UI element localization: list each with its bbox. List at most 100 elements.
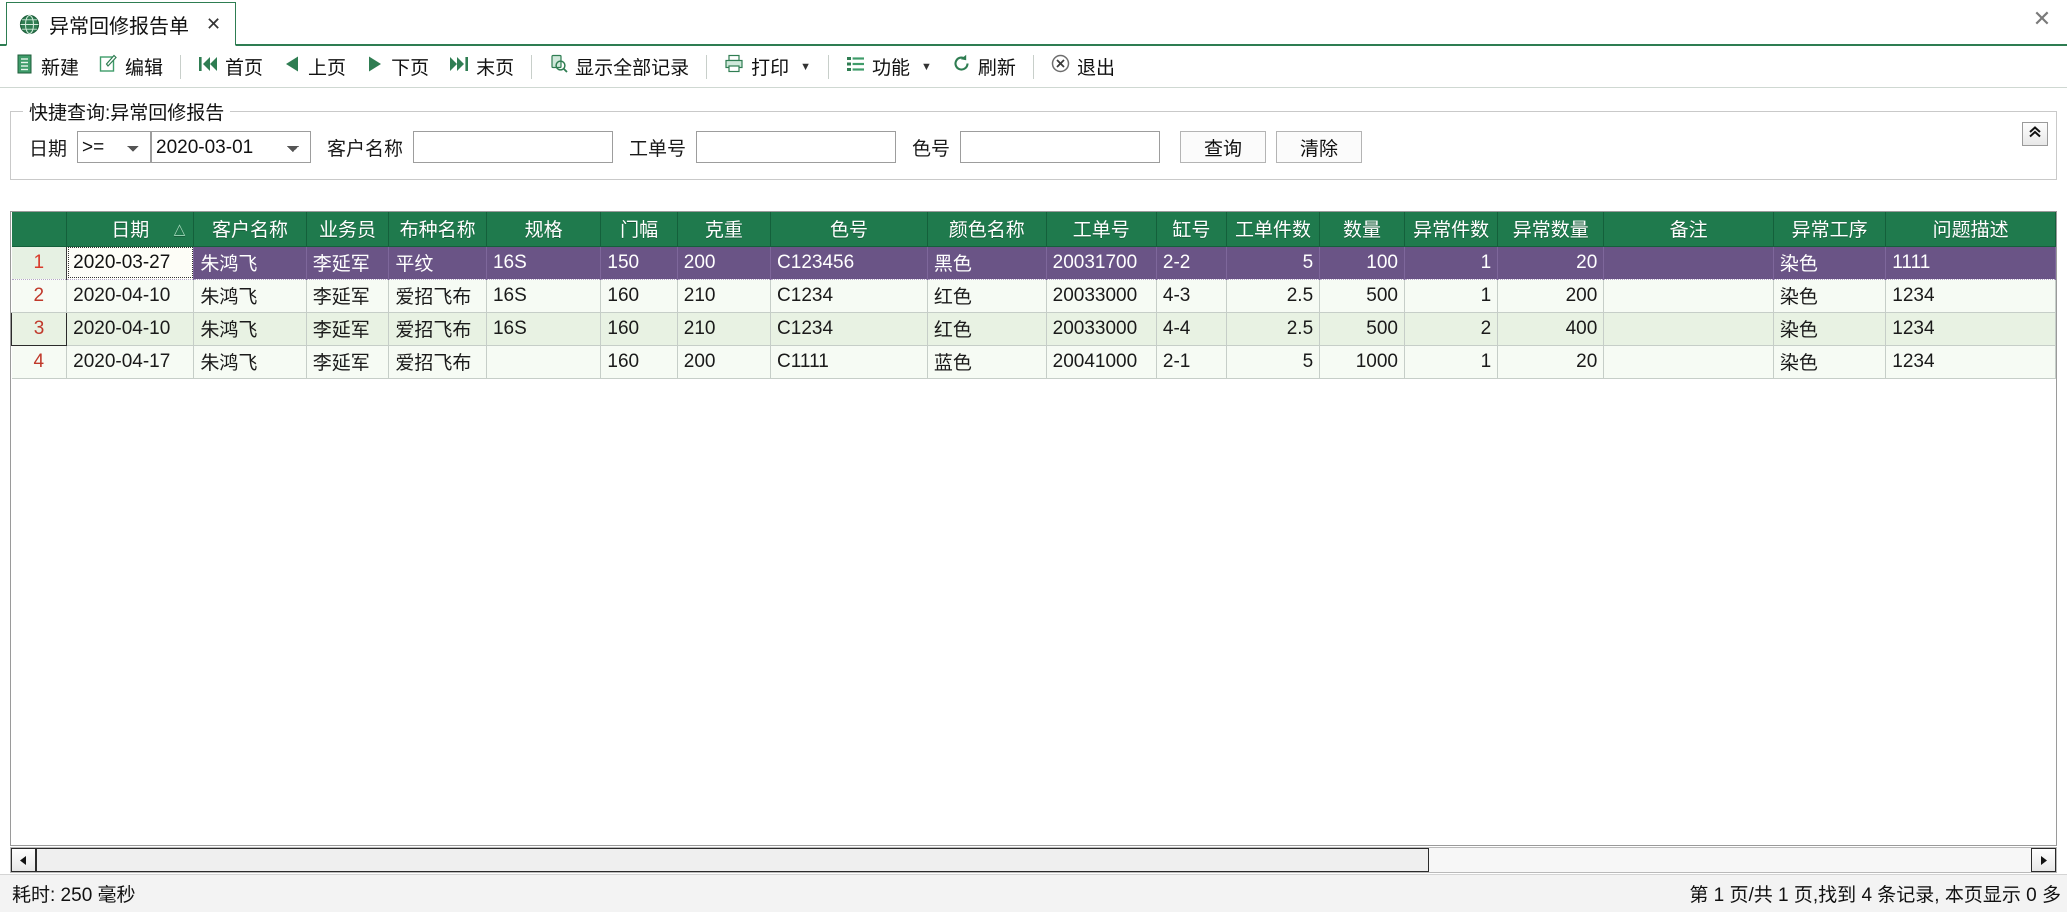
search-button[interactable]: 查询	[1180, 131, 1267, 163]
table-cell-数量[interactable]: 1000	[1319, 345, 1405, 379]
table-cell-布种名称[interactable]: 平纹	[388, 246, 487, 280]
column-header-门幅[interactable]: 门幅	[600, 212, 678, 247]
table-cell-日期[interactable]: 2020-04-10	[66, 279, 195, 313]
toolbar-button-last-page[interactable]: 末页	[439, 50, 524, 84]
toolbar-button-exit[interactable]: 退出	[1041, 50, 1125, 84]
collapse-panel-button[interactable]	[2022, 122, 2048, 146]
table-row[interactable]: 1 2020-03-27 朱鸿飞 李延军 平纹 16S 150 200 C123456 黑色 200…	[11, 246, 2056, 280]
table-cell-克重[interactable]: 200	[677, 345, 772, 379]
table-cell-异常工序[interactable]: 染色	[1773, 312, 1887, 346]
table-cell-克重[interactable]: 210	[677, 279, 772, 313]
table-cell-规格[interactable]: 16S	[486, 312, 602, 346]
column-header-业务员[interactable]: 业务员	[306, 212, 390, 247]
table-cell-克重[interactable]: 200	[677, 246, 772, 280]
column-header-工单号[interactable]: 工单号	[1046, 212, 1157, 247]
table-cell-工单号[interactable]: 20041000	[1046, 345, 1157, 379]
table-cell-工单号[interactable]: 20033000	[1046, 312, 1157, 346]
toolbar-button-refresh[interactable]: 刷新	[942, 50, 1026, 84]
table-cell-异常数量[interactable]: 400	[1497, 312, 1605, 346]
table-cell-布种名称[interactable]: 爱招飞布	[388, 345, 487, 379]
table-cell-备注[interactable]	[1603, 279, 1774, 313]
column-header-异常件数[interactable]: 异常件数	[1404, 212, 1499, 247]
tab-abnormal-repair-report[interactable]: 异常回修报告单 ✕	[6, 2, 237, 46]
table-cell-客户名称[interactable]: 朱鸿飞	[193, 246, 307, 280]
table-cell-业务员[interactable]: 李延军	[306, 345, 390, 379]
table-cell-客户名称[interactable]: 朱鸿飞	[193, 279, 307, 313]
table-cell-门幅[interactable]: 160	[600, 345, 678, 379]
table-row[interactable]: 2 2020-04-10 朱鸿飞 李延军 爱招飞布 16S 160 210 C1234 红色 200…	[11, 279, 2056, 313]
column-header-规格[interactable]: 规格	[486, 212, 602, 247]
chevron-down-icon[interactable]: ▼	[800, 61, 811, 73]
table-cell-数量[interactable]: 500	[1319, 312, 1405, 346]
table-cell-布种名称[interactable]: 爱招飞布	[388, 312, 487, 346]
table-cell-规格[interactable]: 16S	[486, 279, 602, 313]
table-cell-客户名称[interactable]: 朱鸿飞	[193, 345, 307, 379]
table-cell-问题描述[interactable]: 1234	[1885, 345, 2056, 379]
tab-close-icon[interactable]: ✕	[206, 15, 221, 33]
scrollbar-track[interactable]	[36, 848, 2031, 872]
table-cell-缸号[interactable]: 2-2	[1156, 246, 1227, 280]
table-cell-规格[interactable]	[486, 345, 602, 379]
table-cell-异常数量[interactable]: 20	[1497, 246, 1605, 280]
table-cell-业务员[interactable]: 李延军	[306, 246, 390, 280]
column-header-异常数量[interactable]: 异常数量	[1497, 212, 1605, 247]
table-cell-色号[interactable]: C1111	[770, 345, 928, 379]
column-header-工单件数[interactable]: 工单件数	[1226, 212, 1321, 247]
window-close-icon[interactable]: ✕	[2029, 6, 2055, 32]
table-cell-门幅[interactable]: 160	[600, 312, 678, 346]
table-cell-日期[interactable]: 2020-03-27	[66, 246, 195, 280]
toolbar-button-prev-page[interactable]: 上页	[273, 50, 356, 84]
table-cell-异常工序[interactable]: 染色	[1773, 279, 1887, 313]
table-cell-备注[interactable]	[1603, 312, 1774, 346]
column-header-布种名称[interactable]: 布种名称	[388, 212, 487, 247]
table-cell-布种名称[interactable]: 爱招飞布	[388, 279, 487, 313]
toolbar-button-show-all-records[interactable]: 显示全部记录	[539, 50, 699, 84]
table-cell-颜色名称[interactable]: 红色	[927, 279, 1047, 313]
table-cell-业务员[interactable]: 李延军	[306, 312, 390, 346]
table-row[interactable]: 4 2020-04-17 朱鸿飞 李延军 爱招飞布 160 200 C1111 蓝色 200410…	[11, 345, 2056, 379]
table-cell-业务员[interactable]: 李延军	[306, 279, 390, 313]
table-cell-缸号[interactable]: 4-4	[1156, 312, 1227, 346]
table-cell-问题描述[interactable]: 1111	[1885, 246, 2056, 280]
toolbar-button-edit[interactable]: 编辑	[89, 50, 173, 84]
date-value-select[interactable]: 2020-03-01	[151, 131, 312, 163]
chevron-down-icon[interactable]: ▼	[921, 61, 932, 73]
column-header-客户名称[interactable]: 客户名称	[193, 212, 307, 247]
table-cell-工单号[interactable]: 20033000	[1046, 279, 1157, 313]
toolbar-button-first-page[interactable]: 首页	[188, 50, 273, 84]
table-cell-异常件数[interactable]: 2	[1404, 312, 1499, 346]
clear-button[interactable]: 清除	[1276, 131, 1363, 163]
column-header-缸号[interactable]: 缸号	[1156, 212, 1227, 247]
horizontal-scrollbar[interactable]	[10, 847, 2057, 873]
data-grid[interactable]: 日期 △ 客户名称 业务员 布种名称 规格 门幅 克重 色号 颜色名称 工单号 缸号 工单件数 数量 异常件…	[10, 211, 2057, 846]
scroll-left-button[interactable]	[11, 848, 36, 872]
column-header-克重[interactable]: 克重	[677, 212, 772, 247]
table-cell-工单件数[interactable]: 5	[1226, 345, 1321, 379]
table-cell-规格[interactable]: 16S	[486, 246, 602, 280]
table-cell-缸号[interactable]: 2-1	[1156, 345, 1227, 379]
table-cell-缸号[interactable]: 4-3	[1156, 279, 1227, 313]
table-cell-异常件数[interactable]: 1	[1404, 279, 1499, 313]
date-operator-select[interactable]: >=	[77, 131, 152, 163]
table-cell-门幅[interactable]: 160	[600, 279, 678, 313]
table-cell-工单件数[interactable]: 2.5	[1226, 312, 1321, 346]
order-number-input[interactable]	[696, 131, 897, 163]
table-cell-异常件数[interactable]: 1	[1404, 345, 1499, 379]
table-cell-数量[interactable]: 100	[1319, 246, 1405, 280]
table-cell-数量[interactable]: 500	[1319, 279, 1405, 313]
column-header-问题描述[interactable]: 问题描述	[1885, 212, 2056, 247]
table-cell-克重[interactable]: 210	[677, 312, 772, 346]
table-cell-工单号[interactable]: 20031700	[1046, 246, 1157, 280]
toolbar-button-functions[interactable]: 功能 ▼	[836, 50, 942, 84]
column-header-色号[interactable]: 色号	[770, 212, 928, 247]
table-cell-异常工序[interactable]: 染色	[1773, 246, 1887, 280]
table-cell-异常件数[interactable]: 1	[1404, 246, 1499, 280]
table-cell-门幅[interactable]: 150	[600, 246, 678, 280]
table-cell-备注[interactable]	[1603, 345, 1774, 379]
table-cell-工单件数[interactable]: 5	[1226, 246, 1321, 280]
table-cell-颜色名称[interactable]: 黑色	[927, 246, 1047, 280]
column-header-异常工序[interactable]: 异常工序	[1773, 212, 1887, 247]
scrollbar-thumb[interactable]	[36, 848, 1429, 872]
table-cell-色号[interactable]: C1234	[770, 312, 928, 346]
table-cell-日期[interactable]: 2020-04-10	[66, 312, 195, 346]
